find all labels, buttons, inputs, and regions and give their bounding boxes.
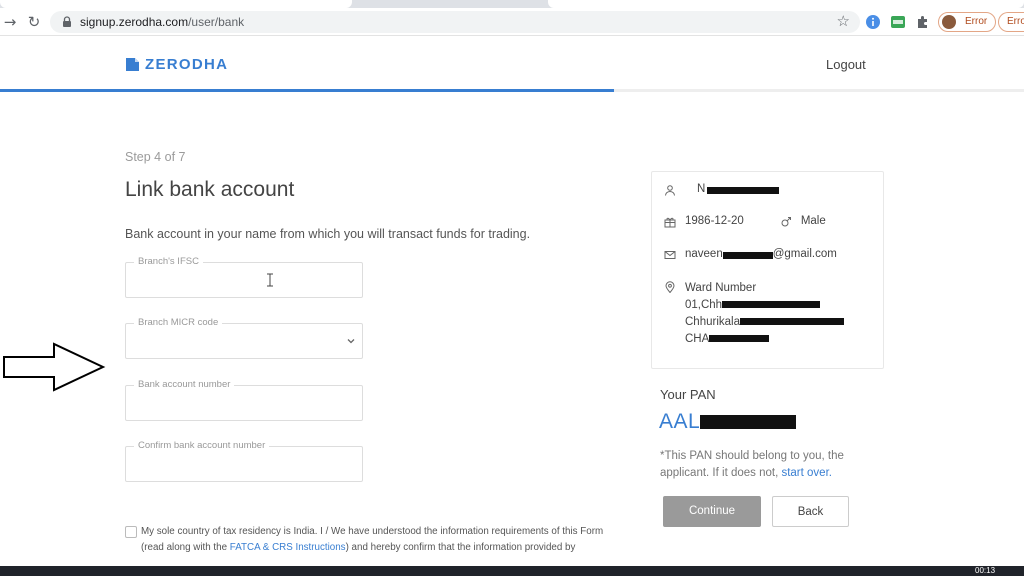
address-redaction-4 [709,335,770,343]
micr-field[interactable]: Branch MICR code [125,317,363,359]
user-icon [665,185,675,196]
bookmark-star-icon[interactable]: ☆ [837,12,850,30]
error-label: Error [965,16,988,27]
profile-gender: Male [800,215,826,227]
account-number-input[interactable] [126,386,362,420]
confirm-account-label: Confirm bank account number [134,440,270,451]
info-extension-icon[interactable] [865,14,881,30]
browser-tab[interactable] [0,0,352,8]
gender-icon [781,217,791,227]
forward-icon[interactable]: → [0,12,20,32]
profile-error-button-2[interactable]: Erro [998,12,1024,32]
profile-address-row: Ward Number 01,Chh Chhurikala CHA [664,280,844,348]
pan-note: *This PAN should belong to you, the appl… [660,448,870,482]
location-pin-icon [665,281,675,293]
taskbar-clock: 00:13 [975,566,996,575]
address-redaction-2 [722,301,821,309]
profile-dob: 1986-12-20 [685,215,744,227]
text-cursor-icon [267,273,273,287]
confirm-account-field[interactable]: Confirm bank account number [125,440,363,482]
consent-text: My sole country of tax residency is Indi… [125,524,615,556]
address-bar[interactable]: signup.zerodha.com/user/bank ☆ [50,11,860,33]
pan-label: Your PAN [660,387,716,402]
consent-text-part2: ) and hereby confirm that the informatio… [345,542,576,553]
address-redaction-3 [739,318,844,326]
profile-address: Ward Number 01,Chh Chhurikala CHA [685,280,844,348]
pan-value: AAL [659,410,797,434]
logout-link[interactable]: Logout [826,57,866,72]
page-title: Link bank account [125,178,295,201]
tax-residency-consent: My sole country of tax residency is Indi… [125,524,615,556]
site-header: ZERODHA Logout [0,38,1024,90]
browser-tab[interactable] [548,0,1024,8]
profile-card: N 1986-12-20 Male naveen @gmail.com Ward… [651,171,884,369]
address-line-3: Chhurikala [685,316,740,328]
start-over-link[interactable]: start over. [781,467,832,479]
profile-dob-row: 1986-12-20 Male [664,215,826,228]
chevron-down-icon [347,339,355,344]
url-text: signup.zerodha.com/user/bank [80,15,244,29]
avatar [942,15,956,29]
account-number-label: Bank account number [134,379,235,390]
profile-name-row: N [664,183,780,196]
signup-progress-fill [0,89,615,92]
ifsc-input[interactable] [126,263,362,297]
ifsc-label: Branch's IFSC [134,256,203,267]
page-description: Bank account in your name from which you… [125,227,531,241]
confirm-account-input[interactable] [126,447,362,481]
error-label-2: Erro [1007,16,1024,27]
email-redaction [722,252,773,259]
zerodha-logo[interactable]: ZERODHA [126,56,228,73]
fatca-crs-link[interactable]: FATCA & CRS Instructions [230,542,346,553]
address-line-4: CHA [685,333,710,345]
pan-value-prefix: AAL [659,410,701,433]
puzzle-extensions-icon[interactable] [915,14,931,30]
micr-select[interactable] [126,324,362,358]
pan-redaction [700,415,797,430]
continue-button[interactable]: Continue [663,496,761,527]
zerodha-logo-icon [126,58,139,71]
tax-residency-checkbox[interactable] [125,526,137,538]
profile-error-button[interactable]: Error [938,12,997,32]
ifsc-field[interactable]: Branch's IFSC [125,256,363,298]
account-number-field[interactable]: Bank account number [125,379,363,421]
mail-icon [664,251,676,259]
step-indicator: Step 4 of 7 [125,150,186,164]
reload-icon[interactable]: ↻ [24,12,44,32]
browser-tab-strip [0,0,1024,8]
profile-email-suffix: @gmail.com [772,248,837,260]
profile-email-prefix: naveen [685,248,723,260]
address-line-2: 01,Chh [685,299,723,311]
address-line-1: Ward Number [685,282,757,294]
new-extension-icon[interactable] [890,14,906,30]
brand-name: ZERODHA [145,56,229,73]
browser-toolbar: → ↻ signup.zerodha.com/user/bank ☆ Error… [0,8,1024,36]
os-taskbar [0,566,1024,576]
url-path: /user/bank [188,15,245,29]
back-button[interactable]: Back [772,496,849,527]
signup-progress-bar [0,89,1024,92]
profile-name: N [697,183,706,195]
profile-email-row: naveen @gmail.com [664,248,837,261]
annotation-arrow-icon [3,342,106,392]
gift-icon [664,217,676,228]
url-host: signup.zerodha.com [80,15,189,29]
name-redaction [707,187,780,194]
micr-label: Branch MICR code [134,317,223,328]
lock-icon [63,16,71,27]
